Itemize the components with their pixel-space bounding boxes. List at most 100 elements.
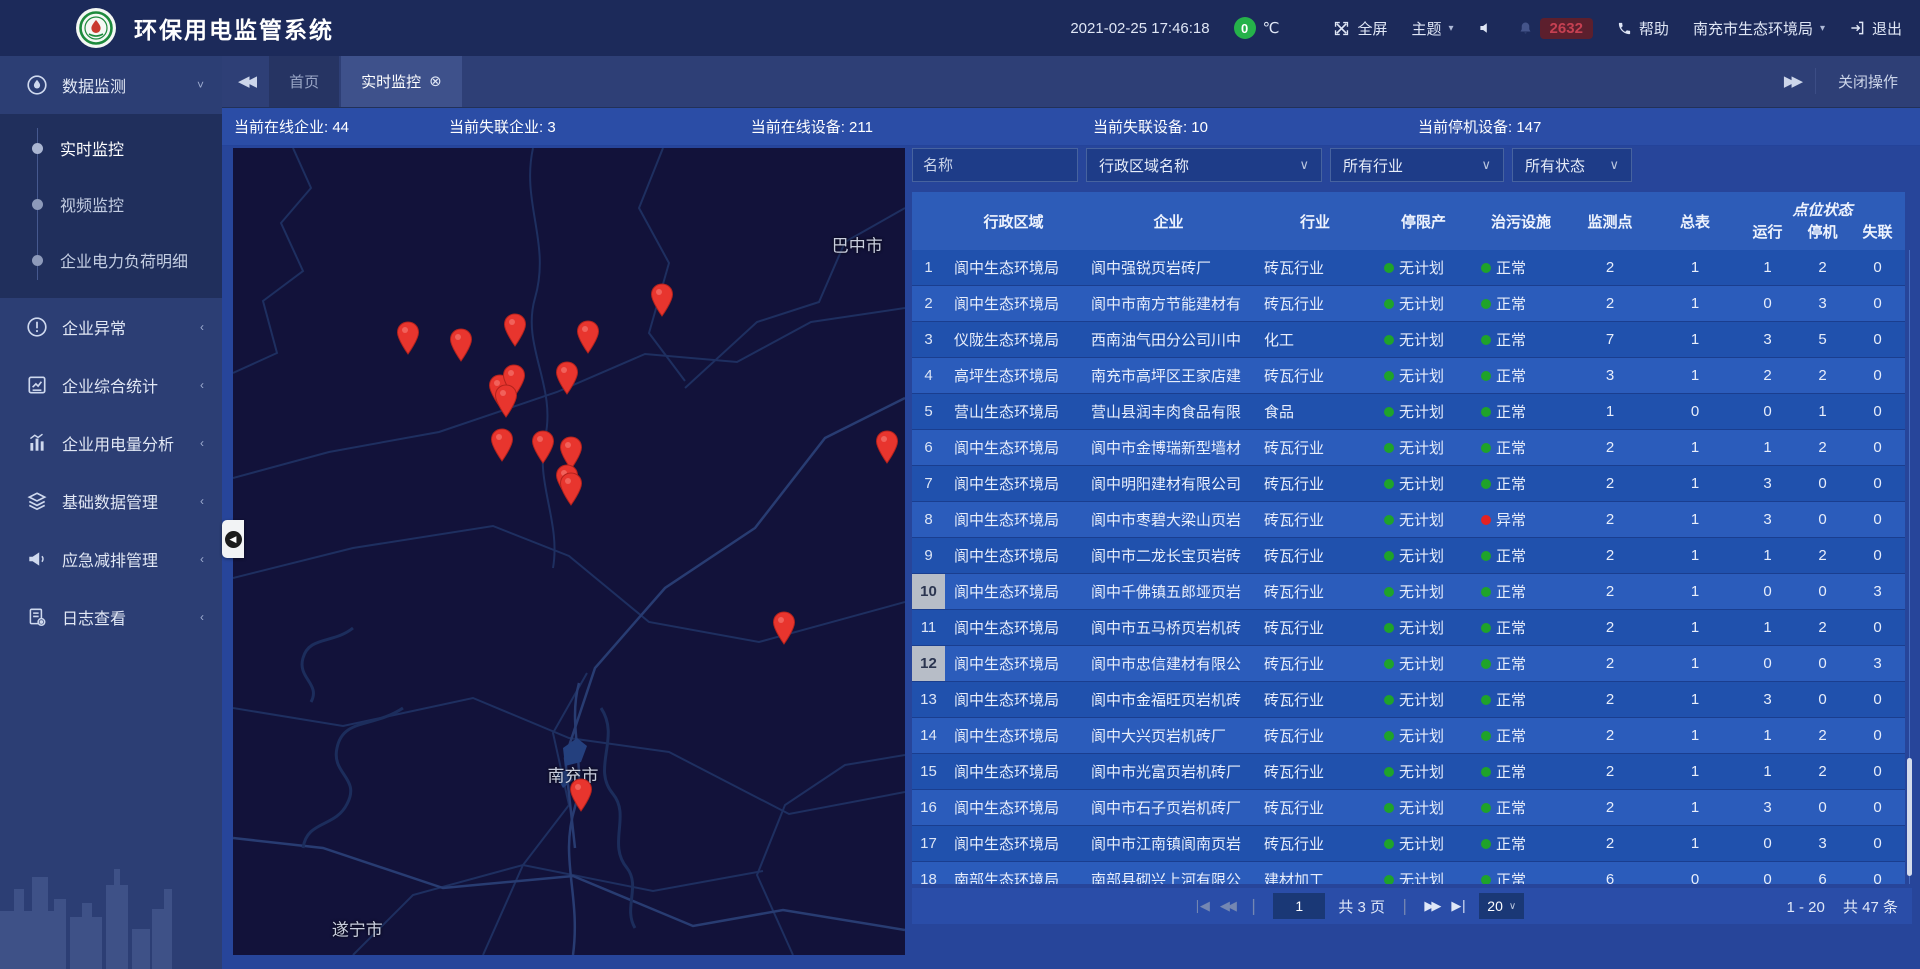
- status-dot-icon: [1384, 263, 1394, 273]
- sidebar-item-0[interactable]: 数据监测˅: [0, 56, 222, 114]
- cell-run: 0: [1740, 574, 1795, 609]
- help-button[interactable]: 帮助: [1617, 18, 1669, 39]
- name-filter-input[interactable]: [912, 148, 1078, 182]
- table-row[interactable]: 1阆中生态环境局阆中强锐页岩砖厂砖瓦行业无计划正常21120: [912, 250, 1905, 286]
- row-index: 11: [912, 610, 945, 645]
- table-row[interactable]: 17阆中生态环境局阆中市江南镇阆南页岩砖瓦行业无计划正常21030: [912, 826, 1905, 862]
- map-pin-14[interactable]: [874, 430, 900, 464]
- table-row[interactable]: 10阆中生态环境局阆中千佛镇五郎垭页岩砖瓦行业无计划正常21003: [912, 574, 1905, 610]
- stat-2: 当前在线设备: 211: [751, 116, 873, 137]
- fullscreen-button[interactable]: 全屏: [1333, 18, 1387, 39]
- row-index: 14: [912, 718, 945, 753]
- sidebar-item-1[interactable]: 企业异常‹: [0, 298, 222, 356]
- tab-实时监控[interactable]: 实时监控⊗: [341, 55, 462, 107]
- map-pin-10[interactable]: [530, 430, 556, 464]
- first-page-button[interactable]: ❘◀: [1192, 898, 1207, 914]
- close-operations-button[interactable]: 关闭操作: [1815, 68, 1920, 94]
- cell-facility-status: 正常: [1472, 610, 1570, 645]
- range-label: 1 - 20: [1786, 899, 1824, 916]
- map-panel[interactable]: 巴中市南充市遂宁市: [233, 148, 905, 955]
- map-pin-4[interactable]: [649, 283, 675, 317]
- table-row[interactable]: 11阆中生态环境局阆中市五马桥页岩机砖砖瓦行业无计划正常21120: [912, 610, 1905, 646]
- table-row[interactable]: 2阆中生态环境局阆中市南方节能建材有砖瓦行业无计划正常21030: [912, 286, 1905, 322]
- map-pin-15[interactable]: [771, 611, 797, 645]
- status-dot-icon: [1384, 551, 1394, 561]
- tab-close-icon[interactable]: ⊗: [429, 72, 442, 90]
- sidebar-item-4[interactable]: 基础数据管理‹: [0, 472, 222, 530]
- cell-lost: 0: [1850, 250, 1905, 285]
- sidebar-subitem-0-2[interactable]: 企业电力负荷明细: [0, 232, 222, 288]
- chevron-down-icon: ∨: [1509, 901, 1516, 912]
- table-row[interactable]: 15阆中生态环境局阆中市光富页岩机砖厂砖瓦行业无计划正常21120: [912, 754, 1905, 790]
- table-row[interactable]: 16阆中生态环境局阆中市石子页岩机砖厂砖瓦行业无计划正常21300: [912, 790, 1905, 826]
- cell-stop-status: 无计划: [1375, 394, 1472, 429]
- scrollbar-thumb[interactable]: [1907, 758, 1912, 876]
- industry-filter-select[interactable]: 所有行业 ∨: [1330, 148, 1504, 182]
- map-pin-13[interactable]: [558, 472, 584, 506]
- city-skyline-decoration: [0, 819, 222, 969]
- status-dot-icon: [1481, 551, 1491, 561]
- map-pin-0[interactable]: [395, 321, 421, 355]
- cell-stop-status: 无计划: [1375, 754, 1472, 789]
- map-pin-7[interactable]: [493, 384, 519, 418]
- last-page-button[interactable]: ▶❘: [1451, 898, 1466, 914]
- sidebar-item-5[interactable]: 应急减排管理‹: [0, 530, 222, 588]
- tabs-scroll-right-button[interactable]: ▶▶: [1768, 55, 1815, 107]
- row-index: 9: [912, 538, 945, 573]
- theme-button[interactable]: 主题 ▾: [1412, 18, 1454, 39]
- page-size-select[interactable]: 20 ∨: [1479, 893, 1524, 919]
- table-row[interactable]: 14阆中生态环境局阆中大兴页岩机砖厂砖瓦行业无计划正常21120: [912, 718, 1905, 754]
- cell-company: 阆中市金博瑞新型墙材: [1082, 430, 1255, 465]
- cell-stop-status: 无计划: [1375, 358, 1472, 393]
- status-dot-icon: [1384, 695, 1394, 705]
- notification-area[interactable]: 2632: [1518, 18, 1593, 39]
- column-header-run: 运行: [1740, 221, 1795, 242]
- column-header-stop: 停限产: [1375, 192, 1472, 250]
- table-row[interactable]: 18南部生态环境局南部县砌兴上河有限公建材加工无计划正常60060: [912, 862, 1905, 884]
- next-page-button[interactable]: ▶▶: [1424, 898, 1438, 914]
- sidebar-collapse-handle[interactable]: ◀: [222, 520, 244, 558]
- cell-stop-status: 无计划: [1375, 826, 1472, 861]
- map-pin-2[interactable]: [502, 313, 528, 347]
- region-filter-select[interactable]: 行政区域名称 ∨: [1086, 148, 1322, 182]
- cell-company: 阆中市枣碧大梁山页岩: [1082, 502, 1255, 537]
- map-pin-16[interactable]: [568, 778, 594, 812]
- cell-stop-status: 无计划: [1375, 502, 1472, 537]
- org-menu[interactable]: 南充市生态环境局 ▾: [1693, 18, 1825, 39]
- table-row[interactable]: 13阆中生态环境局阆中市金福旺页岩机砖砖瓦行业无计划正常21300: [912, 682, 1905, 718]
- column-header-index: [912, 192, 945, 250]
- row-index: 10: [912, 574, 945, 609]
- status-filter-select[interactable]: 所有状态 ∨: [1512, 148, 1632, 182]
- stat-3: 当前失联设备: 10: [1093, 116, 1208, 137]
- table-row[interactable]: 4高坪生态环境局南充市高坪区王家店建砖瓦行业无计划正常31220: [912, 358, 1905, 394]
- map-city-label-巴中市: 巴中市: [832, 232, 883, 257]
- cell-stop-status-label: 无计划: [1399, 869, 1444, 884]
- table-row[interactable]: 5营山生态环境局营山县润丰肉食品有限食品无计划正常10010: [912, 394, 1905, 430]
- sidebar-item-6[interactable]: 日志查看‹: [0, 588, 222, 646]
- prev-page-button[interactable]: ◀◀: [1220, 898, 1234, 914]
- sidebar-subitem-0-1[interactable]: 视频监控: [0, 176, 222, 232]
- map-pin-3[interactable]: [575, 320, 601, 354]
- table-row[interactable]: 7阆中生态环境局阆中明阳建材有限公司砖瓦行业无计划正常21300: [912, 466, 1905, 502]
- cell-stop-status-label: 无计划: [1399, 689, 1444, 710]
- map-pin-9[interactable]: [489, 428, 515, 462]
- stats-bar: 当前在线企业: 44当前失联企业: 3当前在线设备: 211当前失联设备: 10…: [222, 108, 1920, 146]
- tab-首页[interactable]: 首页: [269, 55, 339, 107]
- table-row[interactable]: 9阆中生态环境局阆中市二龙长宝页岩砖砖瓦行业无计划正常21120: [912, 538, 1905, 574]
- sidebar-item-3[interactable]: 企业用电量分析‹: [0, 414, 222, 472]
- table-row[interactable]: 6阆中生态环境局阆中市金博瑞新型墙材砖瓦行业无计划正常21120: [912, 430, 1905, 466]
- table-row[interactable]: 3仪陇生态环境局西南油气田分公司川中化工无计划正常71350: [912, 322, 1905, 358]
- sidebar-item-2[interactable]: 企业综合统计‹: [0, 356, 222, 414]
- cell-meters: 1: [1650, 322, 1740, 357]
- sound-button[interactable]: [1478, 20, 1494, 36]
- cell-stop-status: 无计划: [1375, 682, 1472, 717]
- map-pin-8[interactable]: [554, 361, 580, 395]
- logo-emblem-icon: [79, 11, 113, 45]
- logout-button[interactable]: 退出: [1849, 18, 1902, 39]
- table-row[interactable]: 8阆中生态环境局阆中市枣碧大梁山页岩砖瓦行业无计划异常21300: [912, 502, 1905, 538]
- sidebar-subitem-0-0[interactable]: 实时监控: [0, 120, 222, 176]
- page-number-input[interactable]: [1273, 893, 1325, 919]
- table-row[interactable]: 12阆中生态环境局阆中市忠信建材有限公砖瓦行业无计划正常21003: [912, 646, 1905, 682]
- map-pin-1[interactable]: [448, 328, 474, 362]
- tabs-scroll-left-button[interactable]: ◀◀: [222, 55, 269, 107]
